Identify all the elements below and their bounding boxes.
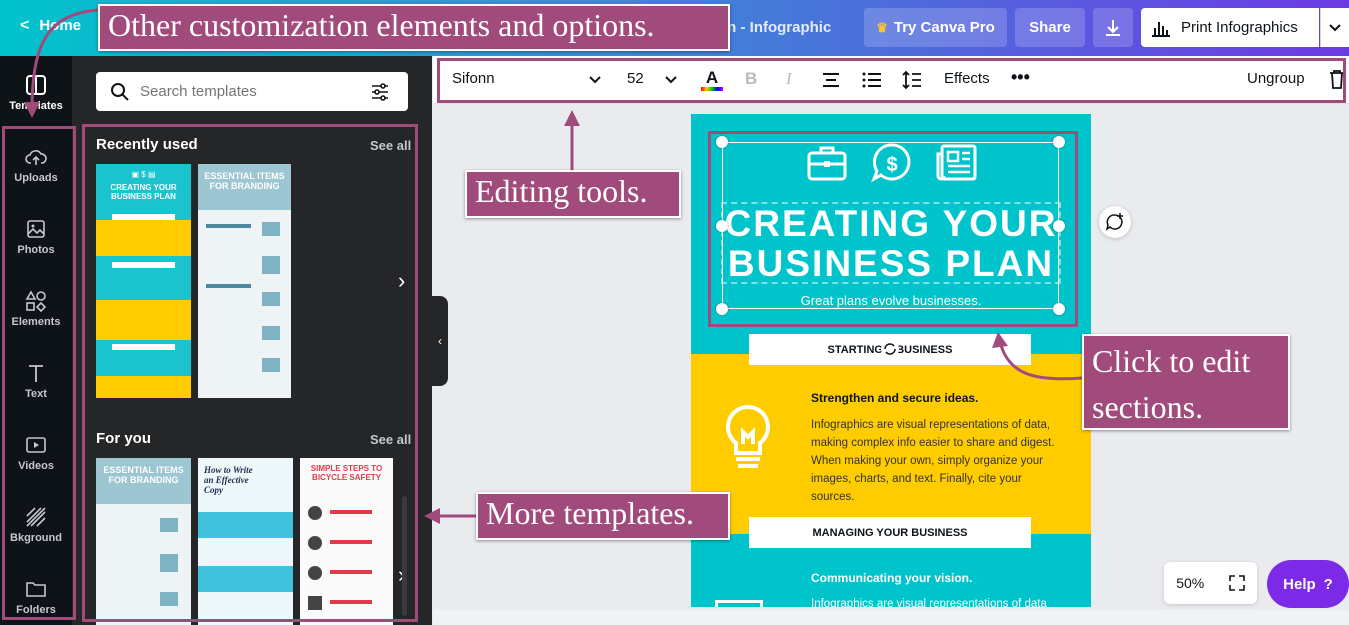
annotation-click-edit: Click to edit sections. xyxy=(1082,334,1290,430)
canva-editor: < Home gn - Infographic ♛ Try Canva Pro S… xyxy=(0,0,1349,625)
annotation-more-templates: More templates. xyxy=(476,492,730,540)
annotation-editing-tools: Editing tools. xyxy=(465,170,681,218)
annotation-other-options: Other customization elements and options… xyxy=(98,4,730,51)
